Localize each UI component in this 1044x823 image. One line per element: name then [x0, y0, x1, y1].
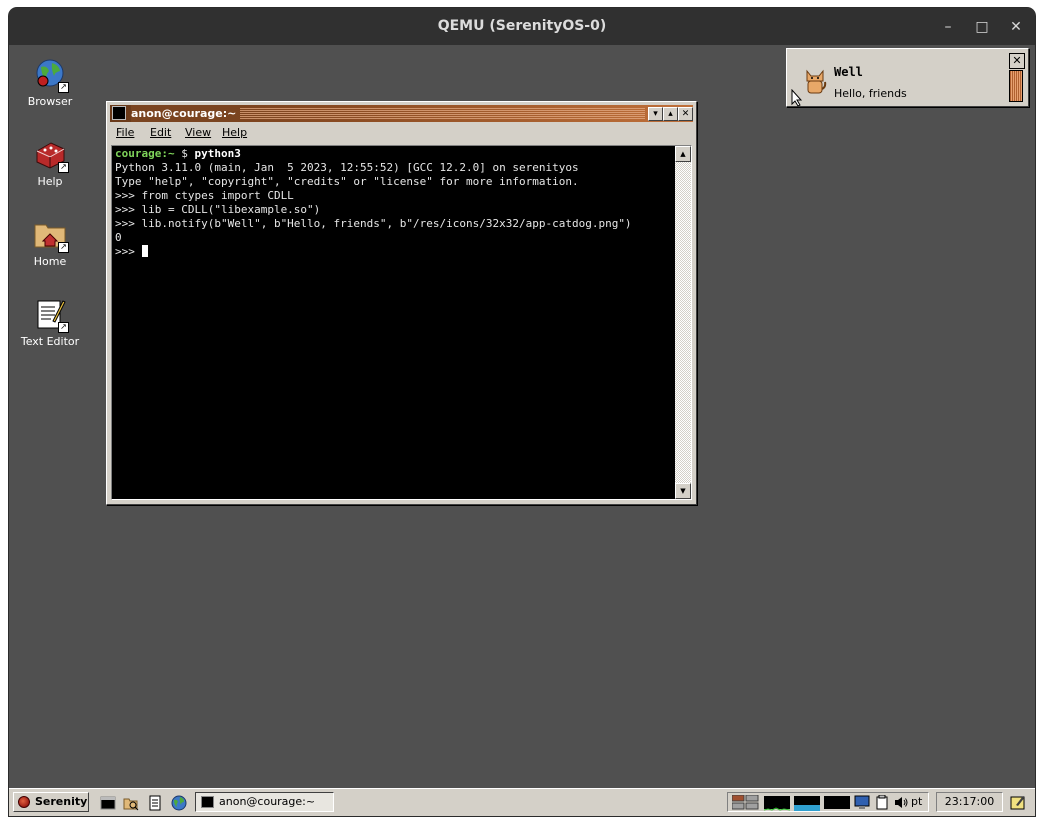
qemu-title: QEMU (SerenityOS-0) [437, 18, 607, 34]
menu-view[interactable]: View [185, 126, 211, 139]
terminal-minimize-button[interactable]: ▾ [648, 107, 663, 121]
command-text: python3 [194, 147, 241, 160]
clipboard-icon[interactable] [875, 795, 889, 810]
desktop-icon-text-editor[interactable]: ↗ Text Editor [9, 297, 92, 348]
notification-close-button[interactable]: ✕ [1009, 53, 1025, 69]
close-button[interactable]: ✕ [1005, 16, 1027, 38]
scroll-up-button[interactable]: ▲ [675, 146, 691, 162]
shortcut-arrow-icon: ↗ [58, 322, 69, 333]
desktop-icon-label: Help [37, 175, 63, 188]
output-line: >>> from ctypes import CDLL [115, 189, 294, 202]
terminal-output[interactable]: courage:~ $ python3 Python 3.11.0 (main, … [111, 145, 692, 500]
notifications-icon[interactable] [1010, 794, 1026, 810]
minimize-button[interactable]: – [937, 16, 959, 38]
desktop-icon-browser[interactable]: ↗ Browser [9, 57, 92, 108]
notification-body: Hello, friends [834, 87, 907, 100]
final-prompt: >>> [115, 245, 142, 258]
terminal-icon [112, 106, 126, 120]
mouse-cursor-icon [791, 89, 803, 107]
network-icon[interactable] [854, 795, 870, 810]
taskbar: Serenity anon@courage:~ pt 23:17:00 [9, 788, 1035, 816]
qemu-window: QEMU (SerenityOS-0) – □ ✕ ↗ Browser ↗ He… [9, 8, 1035, 816]
browser-icon: ↗ [33, 57, 69, 93]
serenity-logo-icon [18, 796, 30, 808]
text-cursor [141, 245, 148, 257]
shortcut-arrow-icon: ↗ [58, 242, 69, 253]
terminal-icon [201, 796, 214, 808]
menu-edit[interactable]: Edit [150, 126, 171, 139]
keyboard-layout-indicator[interactable]: pt [911, 795, 922, 808]
output-line: >>> lib.notify(b"Well", b"Hello, friends… [115, 217, 632, 230]
quick-launch-browser-icon[interactable] [171, 795, 187, 811]
scroll-down-button[interactable]: ▼ [675, 483, 691, 499]
terminal-title: anon@courage:~ [131, 105, 241, 122]
network-graph-icon[interactable] [824, 796, 850, 809]
help-icon: ↗ [33, 137, 69, 173]
clock[interactable]: 23:17:00 [936, 792, 1003, 812]
catdog-icon [803, 67, 827, 95]
notification-popup[interactable]: Well Hello, friends ✕ [786, 48, 1029, 107]
text-editor-icon: ↗ [33, 297, 69, 333]
system-tray: pt [727, 792, 929, 812]
cpu-graph-icon[interactable] [763, 796, 791, 811]
qemu-titlebar[interactable]: QEMU (SerenityOS-0) – □ ✕ [9, 8, 1035, 46]
prompt-user: courage:~ [115, 147, 175, 160]
prompt-symbol: $ [174, 147, 195, 160]
home-folder-icon: ↗ [33, 217, 69, 253]
menu-file[interactable]: File [116, 126, 134, 139]
output-line: Python 3.11.0 (main, Jan 5 2023, 12:55:5… [115, 161, 579, 174]
workspace-switcher-icon[interactable] [732, 795, 760, 810]
notification-timer-bar [1009, 70, 1023, 102]
notification-title: Well [834, 65, 863, 79]
volume-icon[interactable] [894, 796, 908, 809]
quick-launch-text-editor-icon[interactable] [147, 795, 163, 811]
terminal-window[interactable]: anon@courage:~ ▾ ▴ ✕ File Edit View Help… [106, 101, 697, 505]
desktop-icon-help[interactable]: ↗ Help [9, 137, 92, 188]
output-line: Type "help", "copyright", "credits" or "… [115, 175, 579, 188]
terminal-scrollbar[interactable]: ▲ ▼ [675, 146, 691, 499]
quick-launch-terminal-icon[interactable] [100, 795, 116, 811]
shortcut-arrow-icon: ↗ [58, 82, 69, 93]
taskbar-button-terminal[interactable]: anon@courage:~ [195, 792, 334, 812]
quick-launch-file-manager-icon[interactable] [123, 795, 139, 811]
terminal-titlebar[interactable]: anon@courage:~ ▾ ▴ ✕ [110, 105, 693, 122]
desktop-icon-label: Text Editor [20, 335, 80, 348]
desktop: ↗ Browser ↗ Help ↗ Home ↗ Text Editor an… [9, 45, 1035, 788]
output-line: 0 [115, 231, 122, 244]
start-label: Serenity [35, 795, 88, 808]
terminal-menubar: File Edit View Help [110, 124, 693, 142]
shortcut-arrow-icon: ↗ [58, 162, 69, 173]
titlebar-stripes [235, 108, 645, 119]
terminal-text: courage:~ $ python3 Python 3.11.0 (main, … [115, 147, 675, 259]
terminal-maximize-button[interactable]: ▴ [663, 107, 678, 121]
desktop-icon-home[interactable]: ↗ Home [9, 217, 92, 268]
output-line: >>> lib = CDLL("libexample.so") [115, 203, 321, 216]
maximize-button[interactable]: □ [971, 16, 993, 38]
start-button[interactable]: Serenity [13, 792, 89, 812]
memory-graph-icon[interactable] [794, 796, 820, 811]
desktop-icon-label: Home [33, 255, 67, 268]
terminal-close-button[interactable]: ✕ [678, 107, 693, 121]
desktop-icon-label: Browser [27, 95, 73, 108]
task-label: anon@courage:~ [219, 795, 316, 808]
menu-help[interactable]: Help [222, 126, 247, 139]
